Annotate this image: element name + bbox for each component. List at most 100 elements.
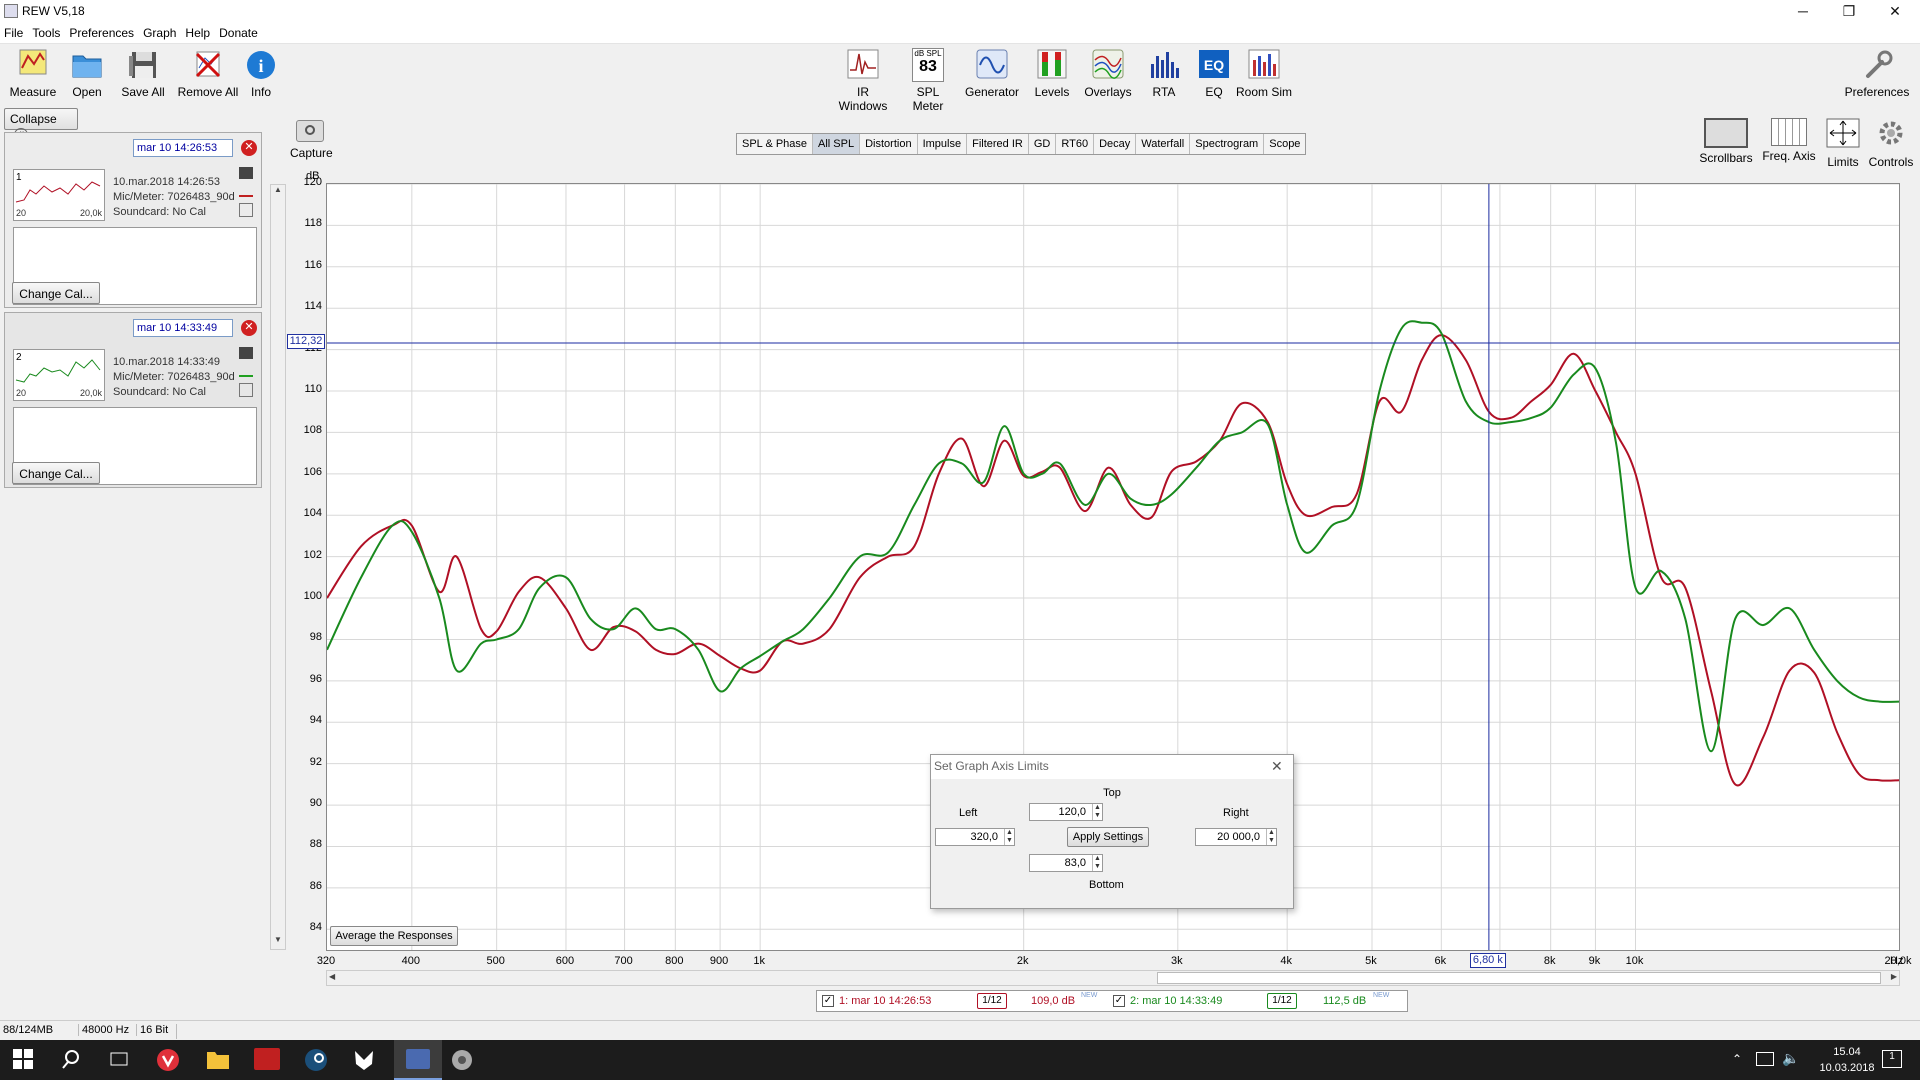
y-tick-label: 106 bbox=[303, 465, 322, 478]
save-all-button[interactable]: Save All bbox=[116, 48, 170, 99]
menu-donate[interactable]: Donate bbox=[215, 24, 263, 40]
tray-chevron-icon[interactable]: ⌃ bbox=[1732, 1052, 1742, 1066]
controls-button[interactable]: Controls bbox=[1866, 118, 1916, 169]
menu-graph[interactable]: Graph bbox=[139, 24, 181, 40]
explorer-icon[interactable] bbox=[206, 1048, 232, 1072]
apply-settings-button[interactable]: Apply Settings bbox=[1067, 827, 1149, 847]
freq-axis-icon bbox=[1771, 118, 1807, 146]
scrollbars-button[interactable]: Scrollbars bbox=[1696, 118, 1756, 165]
mic-cal-icon[interactable] bbox=[239, 347, 253, 359]
y-tick-label: 104 bbox=[303, 507, 322, 520]
left-limit-input[interactable]: 320,0 ▲ ▼ bbox=[935, 828, 1015, 846]
scroll-thumb[interactable] bbox=[1157, 972, 1881, 984]
scroll-left-arrow[interactable]: ◀ bbox=[329, 972, 335, 981]
search-icon[interactable] bbox=[60, 1048, 86, 1072]
tab-filtered-ir[interactable]: Filtered IR bbox=[967, 134, 1029, 154]
change-cal-button-2[interactable]: Change Cal... bbox=[12, 462, 100, 484]
menu-preferences[interactable]: Preferences bbox=[65, 24, 139, 40]
fox-app-icon[interactable] bbox=[352, 1048, 378, 1072]
menu-bar: File Tools Preferences Graph Help Donate bbox=[0, 24, 1920, 44]
average-responses-button[interactable]: Average the Responses bbox=[330, 926, 458, 946]
remove-all-button[interactable]: Remove All bbox=[176, 48, 240, 99]
close-button[interactable]: ✕ bbox=[1872, 0, 1918, 24]
horizontal-scrollbar[interactable]: ◀ ▶ bbox=[326, 970, 1900, 986]
tab-decay[interactable]: Decay bbox=[1094, 134, 1137, 154]
overlays-button[interactable]: Overlays bbox=[1080, 48, 1136, 99]
scroll-right-arrow[interactable]: ▶ bbox=[1891, 972, 1897, 981]
tab-gd[interactable]: GD bbox=[1029, 134, 1057, 154]
network-icon[interactable] bbox=[1756, 1052, 1774, 1066]
collapse-button[interactable]: Collapse « bbox=[4, 108, 78, 142]
change-cal-button-1[interactable]: Change Cal... bbox=[12, 282, 100, 304]
line-color-icon[interactable] bbox=[239, 365, 253, 377]
legend-checkbox-1[interactable]: ✓ bbox=[822, 995, 834, 1007]
spinner-arrows[interactable]: ▲ ▼ bbox=[1092, 855, 1102, 871]
steam-icon[interactable] bbox=[304, 1048, 330, 1072]
spinner-arrows[interactable]: ▲ ▼ bbox=[1092, 804, 1102, 820]
measurement-thumbnail[interactable]: 1 20 20,0k bbox=[13, 169, 105, 221]
generator-button[interactable]: Generator bbox=[964, 48, 1020, 99]
tab-rt60[interactable]: RT60 bbox=[1056, 134, 1095, 154]
vertical-scrollbar[interactable]: ▲ ▼ bbox=[270, 184, 286, 950]
rew-taskbar-icon[interactable] bbox=[394, 1040, 442, 1080]
tab-all-spl[interactable]: All SPL bbox=[813, 134, 861, 154]
smoothing-badge-1[interactable]: 1/12 bbox=[977, 993, 1007, 1009]
tool-app-icon[interactable] bbox=[450, 1048, 476, 1072]
properties-icon[interactable] bbox=[239, 383, 253, 397]
maximize-button[interactable]: ❐ bbox=[1826, 0, 1872, 24]
limits-button[interactable]: Limits bbox=[1822, 118, 1864, 169]
menu-tools[interactable]: Tools bbox=[28, 24, 65, 40]
tab-spectrogram[interactable]: Spectrogram bbox=[1190, 134, 1265, 154]
bottom-limit-input[interactable]: 83,0 ▲ ▼ bbox=[1029, 854, 1103, 872]
y-tick-label: 102 bbox=[303, 548, 322, 561]
tab-impulse[interactable]: Impulse bbox=[918, 134, 968, 154]
measurement-title-input[interactable]: mar 10 14:33:49 bbox=[133, 319, 233, 337]
y-tick-label: 118 bbox=[304, 217, 322, 230]
right-limit-input[interactable]: 20 000,0 ▲ ▼ bbox=[1195, 828, 1277, 846]
start-icon[interactable] bbox=[12, 1048, 38, 1072]
measurement-title-input[interactable]: mar 10 14:26:53 bbox=[133, 139, 233, 157]
room-sim-button[interactable]: Room Sim bbox=[1236, 48, 1292, 99]
rta-button[interactable]: RTA bbox=[1146, 48, 1182, 99]
tab-scope[interactable]: Scope bbox=[1264, 134, 1305, 154]
spinner-arrows[interactable]: ▲ ▼ bbox=[1266, 829, 1276, 845]
tab-waterfall[interactable]: Waterfall bbox=[1136, 134, 1191, 154]
eq-button[interactable]: EQ EQ bbox=[1196, 48, 1232, 99]
tab-distortion[interactable]: Distortion bbox=[860, 134, 918, 154]
delete-measurement-icon[interactable]: ✕ bbox=[241, 140, 257, 156]
properties-icon[interactable] bbox=[239, 203, 253, 217]
levels-button[interactable]: Levels bbox=[1032, 48, 1072, 99]
vivaldi-icon[interactable] bbox=[156, 1048, 182, 1072]
measure-button[interactable]: Measure bbox=[6, 48, 60, 99]
freq-axis-button[interactable]: Freq. Axis bbox=[1758, 118, 1820, 163]
graph-tabs: SPL & Phase All SPL Distortion Impulse F… bbox=[736, 133, 1307, 155]
mic-cal-icon[interactable] bbox=[239, 167, 253, 179]
menu-help[interactable]: Help bbox=[181, 24, 215, 40]
info-button[interactable]: i Info bbox=[244, 48, 278, 99]
voicemeeter-icon[interactable] bbox=[254, 1048, 280, 1072]
measurement-soundcard: Soundcard: No Cal bbox=[113, 206, 206, 218]
menu-file[interactable]: File bbox=[0, 24, 28, 40]
preferences-button[interactable]: Preferences bbox=[1842, 48, 1912, 99]
spinner-arrows[interactable]: ▲ ▼ bbox=[1004, 829, 1014, 845]
minimize-button[interactable]: ─ bbox=[1780, 0, 1826, 24]
tab-spl-phase[interactable]: SPL & Phase bbox=[737, 134, 814, 154]
volume-icon[interactable]: 🔈 bbox=[1782, 1050, 1799, 1067]
taskbar-clock[interactable]: 15.04 10.03.2018 bbox=[1812, 1044, 1882, 1076]
top-limit-input[interactable]: 120,0 ▲ ▼ bbox=[1029, 803, 1103, 821]
notifications-icon[interactable]: 1 bbox=[1882, 1050, 1902, 1068]
dialog-close-button[interactable]: ✕ bbox=[1271, 758, 1283, 775]
task-view-icon[interactable] bbox=[108, 1048, 134, 1072]
capture-button[interactable]: Capture bbox=[290, 120, 333, 160]
generator-icon bbox=[975, 48, 1009, 82]
open-button[interactable]: Open bbox=[62, 48, 112, 99]
measurement-thumbnail[interactable]: 2 20 20,0k bbox=[13, 349, 105, 401]
ir-windows-button[interactable]: IR Windows bbox=[832, 48, 894, 113]
measurement-mic: Mic/Meter: 7026483_90d bbox=[113, 191, 235, 203]
line-color-icon[interactable] bbox=[239, 185, 253, 197]
legend-checkbox-2[interactable]: ✓ bbox=[1113, 995, 1125, 1007]
spl-meter-button[interactable]: dB SPL 83 SPL Meter bbox=[900, 48, 956, 113]
smoothing-badge-2[interactable]: 1/12 bbox=[1267, 993, 1297, 1009]
delete-measurement-icon[interactable]: ✕ bbox=[241, 320, 257, 336]
scroll-down-arrow[interactable]: ▼ bbox=[271, 935, 285, 949]
